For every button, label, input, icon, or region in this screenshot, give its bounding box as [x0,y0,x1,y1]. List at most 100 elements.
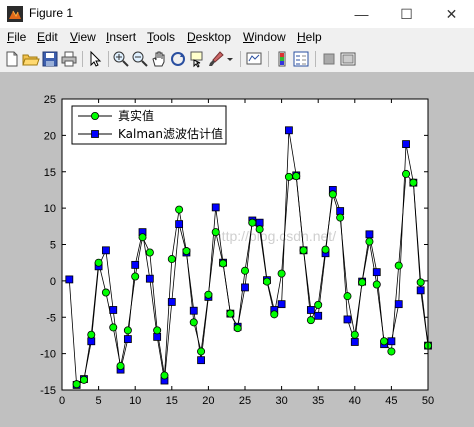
series-1-point [197,347,206,356]
series-1-point [262,277,271,286]
series-1-point [153,326,162,335]
series-1-point [306,316,315,325]
link-plot-icon[interactable] [245,50,263,68]
series-2-point [211,203,220,212]
menu-view[interactable]: View [70,30,96,44]
minimize-button[interactable]: — [339,0,384,28]
new-figure-icon[interactable] [3,50,21,68]
series-2-point [197,356,205,365]
y-tick-label: 5 [50,240,56,252]
series-1-point [387,347,396,356]
pan-hand-icon[interactable] [150,50,168,68]
y-tick-label: 10 [44,203,56,215]
series-1-point [321,245,330,254]
series-2-point [394,300,403,309]
x-tick-label: 20 [202,395,214,407]
data-cursor-icon[interactable] [188,50,206,68]
y-tick-label: 15 [44,167,56,179]
series-2-point [387,337,396,346]
series-1-point [336,213,345,222]
series-1-point [182,247,191,256]
y-tick-label: 20 [44,130,56,142]
chevron-down-icon[interactable] [225,50,235,68]
series-1-point [314,300,323,309]
toolbar [0,46,474,73]
menu-file[interactable]: File [7,30,26,44]
series-1-point [189,318,198,327]
colorbar-icon[interactable] [273,50,291,68]
menu-insert[interactable]: Insert [106,30,136,44]
series-2-point [241,283,249,292]
series-1-point [402,169,411,178]
series-1-point [101,288,110,297]
legend-label-series-1: 真实值 [118,108,154,123]
menu-window[interactable]: Window [243,30,286,44]
series-2-point [350,338,359,346]
series-1-point [131,272,140,281]
menu-bar: File Edit View Insert Tools Desktop Wind… [0,28,474,46]
x-tick-label: 5 [96,395,102,407]
legend-marker-series-2 [91,130,99,138]
series-1-point [343,292,352,301]
series-2-point [102,246,110,255]
brush-icon[interactable] [207,50,225,68]
series-1-point [358,278,367,287]
zoom-out-icon[interactable] [131,50,149,68]
x-tick-label: 35 [312,395,324,407]
toolbar-separator [240,51,241,67]
series-2-point [306,306,315,314]
series-1-point [394,261,403,270]
print-icon[interactable] [60,50,78,68]
series-1-point [270,310,279,319]
series-1-point [299,246,308,255]
series-1-point [116,361,125,370]
toolbar-separator [268,51,269,67]
series-2-point [314,311,323,320]
menu-desktop[interactable]: Desktop [187,30,231,44]
series-2-point [87,337,96,346]
show-plot-tools-icon[interactable] [339,50,357,68]
select-arrow-icon[interactable] [86,50,104,68]
series-2-point [123,335,132,343]
legend-icon[interactable] [292,50,310,68]
close-button[interactable]: ✕ [429,0,474,28]
series-1-point [219,259,228,268]
series-1-point [328,190,337,199]
series-1-point [380,337,389,346]
x-tick-label: 15 [166,395,178,407]
zoom-in-icon[interactable] [112,50,130,68]
series-2-point [131,260,140,269]
series-2-point [285,126,293,135]
legend-label-series-2: Kalman滤波估计值 [118,126,223,141]
series-2-point [372,268,381,277]
series-1-point [160,371,169,380]
series-2-point [255,218,264,227]
menu-tools[interactable]: Tools [147,30,175,44]
series-1-point [211,228,220,237]
series-1-point [167,255,176,264]
watermark-text: http://blog.csdn.net/ [214,228,336,244]
menu-edit[interactable]: Edit [37,30,58,44]
legend[interactable]: 真实值 Kalman滤波估计值 [71,105,227,145]
y-tick-label: -10 [40,349,56,361]
rotate-3d-icon[interactable] [169,50,187,68]
title-bar: Figure 1 — ☐ ✕ [0,0,474,28]
series-1-point [284,172,293,181]
series-1-point [109,323,118,332]
open-file-icon[interactable] [22,50,40,68]
save-icon[interactable] [41,50,59,68]
series-2-point [167,298,176,306]
matlab-figure-icon [7,6,23,22]
series-1-point [138,233,147,242]
menu-help[interactable]: Help [297,30,322,44]
series-2-point [175,220,184,229]
maximize-button[interactable]: ☐ [384,0,429,28]
x-tick-label: 50 [422,395,434,407]
series-1-point [365,237,374,246]
series-1-point [255,225,264,234]
series-2-point [145,274,154,283]
y-tick-label: -15 [40,385,56,397]
series-2-point [109,306,118,314]
hide-plot-tools-icon[interactable] [320,50,338,68]
series-1-point [409,178,418,187]
